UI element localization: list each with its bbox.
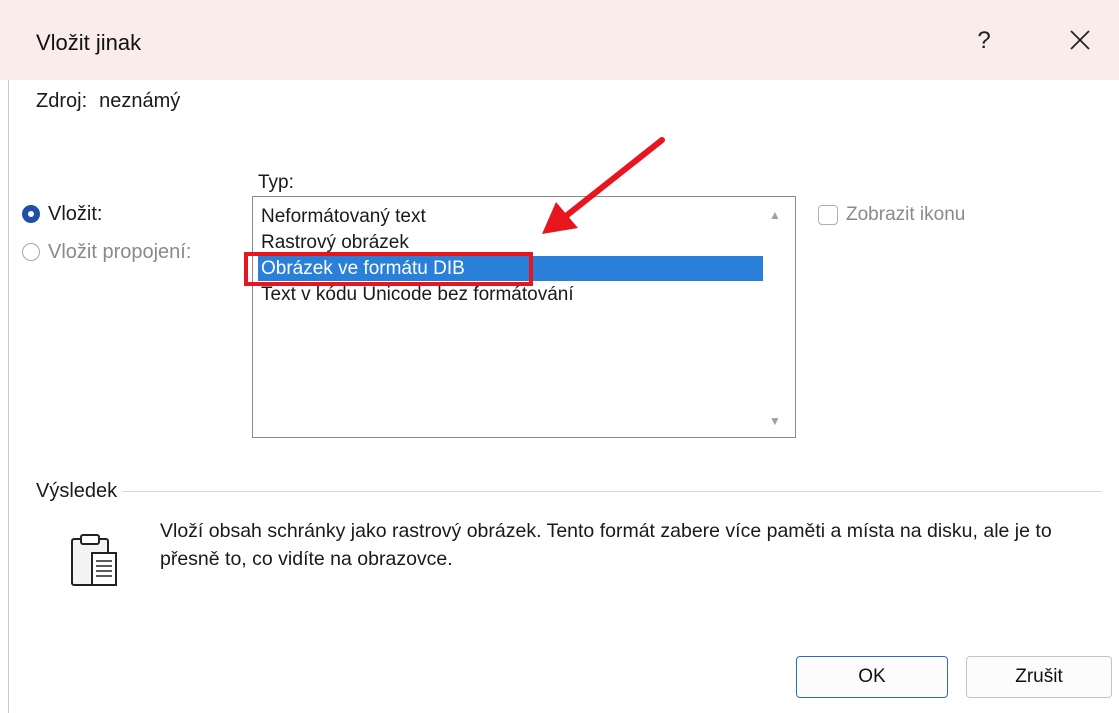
ok-button[interactable]: OK: [796, 656, 948, 698]
paste-radio[interactable]: [22, 205, 40, 223]
paste-link-radio[interactable]: [22, 243, 40, 261]
title-bar: Vložit jinak ?: [0, 0, 1119, 80]
result-description: Vloží obsah schránky jako rastrový obráz…: [160, 520, 1052, 570]
scroll-up-arrow-icon[interactable]: ▲: [767, 207, 783, 223]
dialog-title: Vložit jinak: [36, 30, 142, 55]
display-icon-label[interactable]: Zobrazit ikonu: [846, 204, 965, 226]
scroll-down-arrow-icon[interactable]: ▼: [767, 413, 783, 429]
paste-radio-option[interactable]: Vložit:: [22, 200, 102, 228]
list-item[interactable]: Neformátovaný text: [258, 204, 763, 229]
cancel-button[interactable]: Zrušit: [966, 656, 1112, 698]
result-label: Výsledek: [36, 480, 118, 502]
close-icon: [1070, 30, 1090, 50]
display-icon-checkbox[interactable]: [818, 205, 838, 225]
display-icon-option[interactable]: Zobrazit ikonu: [818, 204, 965, 226]
source-value: neznámý: [99, 90, 181, 112]
result-divider: [122, 491, 1102, 492]
clipboard-icon: [71, 534, 117, 586]
paste-radio-label[interactable]: Vložit:: [48, 203, 102, 226]
close-button[interactable]: [1056, 18, 1106, 64]
paste-link-radio-option[interactable]: Vložit propojení:: [22, 238, 191, 266]
source-row: Zdroj: neznámý: [36, 90, 180, 113]
annotation-arrow-icon: [542, 137, 665, 234]
paste-link-radio-label[interactable]: Vložit propojení:: [48, 241, 191, 264]
source-label: Zdroj:: [36, 90, 88, 112]
help-button[interactable]: ?: [960, 18, 1008, 64]
type-label: Typ:: [258, 172, 294, 193]
annotation-highlight-box: [244, 252, 533, 286]
window-left-edge: [8, 0, 9, 713]
